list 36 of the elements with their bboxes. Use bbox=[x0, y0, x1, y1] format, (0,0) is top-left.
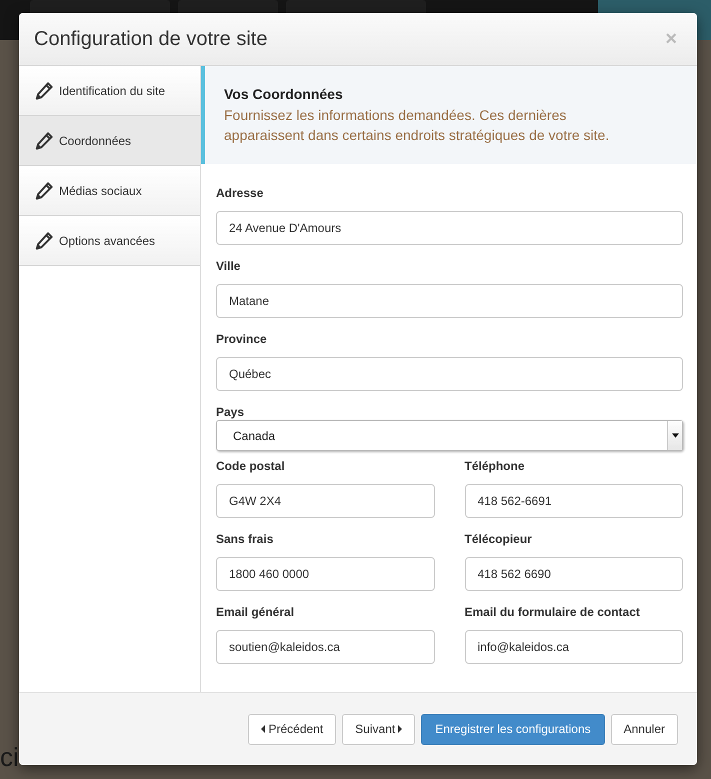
pencil-icon bbox=[35, 82, 53, 100]
next-button[interactable]: Suivant bbox=[342, 714, 416, 744]
select-field[interactable]: Canada bbox=[216, 420, 683, 451]
input-field[interactable]: Québec bbox=[216, 357, 683, 391]
info-text: Fournissez les informations demandées. Ces dernières apparaissent dans certains endroits stratégiques de votre site. bbox=[224, 106, 610, 145]
input-field[interactable]: G4W 2X4 bbox=[216, 484, 434, 518]
field-label: Sans frais bbox=[216, 532, 274, 548]
pencil-icon bbox=[35, 182, 53, 200]
input-field[interactable]: 418 562-6691 bbox=[464, 484, 683, 518]
field-label: Email du formulaire de contact bbox=[464, 605, 641, 621]
field-label: Province bbox=[216, 332, 268, 348]
input-field[interactable]: info@kaleidos.ca bbox=[464, 630, 683, 664]
input-field[interactable]: 1800 460 0000 bbox=[216, 557, 434, 591]
field-label: Email général bbox=[216, 605, 296, 621]
field-label: Téléphone bbox=[464, 459, 526, 475]
field-label: Adresse bbox=[216, 186, 264, 202]
info-title: Vos Coordonnées bbox=[224, 86, 344, 102]
previous-button[interactable]: Précédent bbox=[248, 714, 336, 744]
triangle-icon bbox=[398, 725, 402, 733]
caret-icon bbox=[667, 421, 682, 450]
input-field[interactable]: soutien@kaleidos.ca bbox=[216, 630, 434, 664]
input-field[interactable]: Matane bbox=[216, 284, 683, 318]
triangle-icon bbox=[261, 725, 266, 733]
background-text: ci bbox=[0, 744, 19, 770]
input-field[interactable]: 24 Avenue D'Amours bbox=[216, 211, 683, 245]
field-label: Ville bbox=[216, 259, 242, 275]
field-label: Code postal bbox=[216, 459, 286, 475]
pencil-icon bbox=[35, 132, 53, 150]
field-label: Télécopieur bbox=[464, 532, 533, 548]
sidebar-item[interactable]: Coordonnées bbox=[19, 116, 200, 166]
dialog-title: Configuration de votre site bbox=[34, 28, 268, 50]
input-field[interactable]: 418 562 6690 bbox=[464, 557, 683, 591]
pencil-icon bbox=[35, 232, 53, 250]
save-button[interactable]: Enregistrer les configurations bbox=[421, 714, 605, 744]
cancel-button[interactable]: Annuler bbox=[610, 714, 678, 744]
field-label: Pays bbox=[216, 405, 246, 420]
